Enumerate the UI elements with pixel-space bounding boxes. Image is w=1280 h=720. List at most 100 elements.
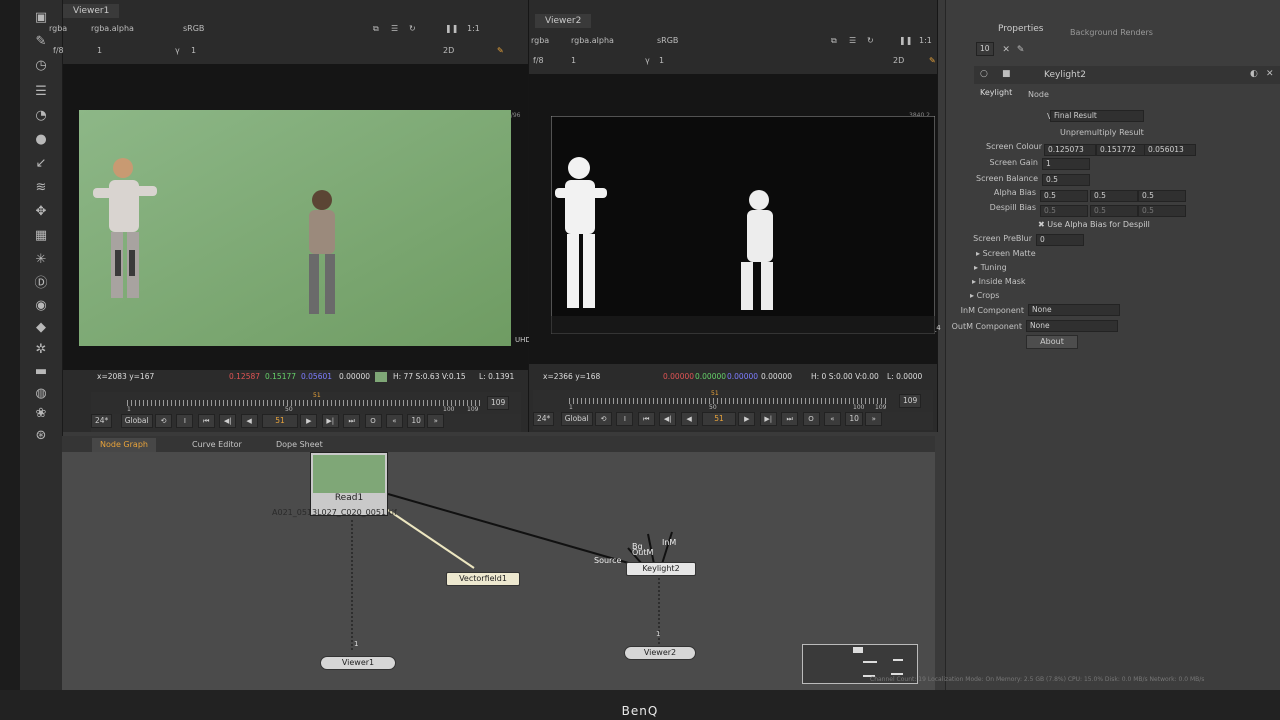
channel-tool-icon[interactable]: ☰: [31, 84, 51, 100]
clear-panels-icon[interactable]: ✕: [1002, 45, 1010, 55]
alpha-select[interactable]: rgba.alpha: [571, 36, 614, 45]
zoom-select[interactable]: 1:1: [467, 24, 480, 33]
node-color-icon[interactable]: ■: [1002, 69, 1011, 79]
screen-colour-g[interactable]: 0.151772: [1096, 144, 1148, 156]
alpha-bias-g[interactable]: 0.5: [1090, 190, 1138, 202]
3d-tool-icon[interactable]: ▦: [31, 228, 51, 244]
viewer2-timeline[interactable]: 1 51 50 100 109 109: [533, 390, 933, 412]
wipe-icon[interactable]: ☰: [849, 36, 856, 45]
pause-icon[interactable]: ❚❚: [445, 24, 458, 33]
filter-tool-icon[interactable]: ●: [31, 132, 51, 148]
close-panel-icon[interactable]: ✕: [1266, 69, 1274, 79]
alpha-bias-b[interactable]: 0.5: [1138, 190, 1186, 202]
read-node[interactable]: Read1: [310, 452, 388, 516]
tab-viewer1[interactable]: Viewer1: [63, 4, 120, 18]
last-frame-button[interactable]: ⏭: [781, 412, 799, 426]
timeline-playhead[interactable]: 51: [313, 392, 321, 399]
color-picker-icon[interactable]: ✎: [497, 46, 504, 55]
in-point-button[interactable]: I: [616, 412, 634, 426]
current-frame-field[interactable]: 51: [261, 414, 298, 428]
toolsets-tool-icon[interactable]: ✲: [31, 342, 51, 358]
group-tuning[interactable]: ▸ Tuning: [974, 263, 1007, 272]
draw-tool-icon[interactable]: ✎: [31, 34, 51, 50]
prev-frame-button[interactable]: ◀: [680, 412, 698, 426]
step-field[interactable]: 10: [845, 412, 863, 426]
screen-balance-field[interactable]: 0.5: [1042, 174, 1090, 186]
ocula-tool-icon[interactable]: ❀: [31, 406, 51, 422]
step-forward-button[interactable]: »: [865, 412, 883, 426]
gamma-value[interactable]: 1: [659, 56, 664, 65]
frame-range-end[interactable]: 109: [899, 394, 922, 408]
next-frame-button[interactable]: ▶|: [759, 412, 777, 426]
viewer2-canvas[interactable]: 3840,2 UHD_4: [529, 74, 941, 364]
step-forward-button[interactable]: »: [427, 414, 445, 428]
view-select[interactable]: Final Result: [1050, 110, 1144, 122]
color-picker-icon[interactable]: ✎: [929, 56, 936, 65]
gain-value[interactable]: 1: [97, 46, 102, 55]
prev-key-button[interactable]: ◀|: [219, 414, 237, 428]
despill-bias-g[interactable]: 0.5: [1090, 205, 1138, 217]
particles-tool-icon[interactable]: ✳: [31, 252, 51, 268]
other-tool-icon[interactable]: ▬: [31, 364, 51, 380]
views-tool-icon[interactable]: ◉: [31, 298, 51, 314]
metadata-tool-icon[interactable]: ◆: [31, 320, 51, 336]
subtab-keylight[interactable]: Keylight: [980, 88, 1012, 97]
group-screen-matte[interactable]: ▸ Screen Matte: [976, 249, 1036, 258]
screen-colour-b[interactable]: 0.056013: [1144, 144, 1196, 156]
step-field[interactable]: 10: [407, 414, 425, 428]
in-point-button[interactable]: I: [176, 414, 194, 428]
max-panels-field[interactable]: 10: [976, 42, 994, 56]
alpha-select[interactable]: rgba.alpha: [91, 24, 134, 33]
lock-icon[interactable]: ⧉: [831, 36, 837, 46]
node-name-field[interactable]: Keylight2: [1044, 70, 1086, 80]
use-alpha-bias-checkbox[interactable]: ✖ Use Alpha Bias for Despill: [1038, 220, 1150, 229]
mode-2d-select[interactable]: 2D: [443, 46, 454, 55]
viewer1-canvas[interactable]: 1/96 UHD: [63, 64, 531, 370]
out-point-button[interactable]: O: [802, 412, 820, 426]
fstop-value[interactable]: f/8: [533, 56, 544, 65]
channels-select[interactable]: rgba: [531, 36, 549, 45]
keyer-tool-icon[interactable]: ↙: [31, 156, 51, 172]
screen-colour-r[interactable]: 0.125073: [1044, 144, 1096, 156]
group-inside-mask[interactable]: ▸ Inside Mask: [972, 277, 1026, 286]
screen-gain-field[interactable]: 1: [1042, 158, 1090, 170]
colorspace-select[interactable]: sRGB: [657, 36, 678, 45]
loop-icon[interactable]: ⟲: [595, 412, 613, 426]
scope-select[interactable]: Global: [120, 414, 153, 428]
subtab-node[interactable]: Node: [1028, 90, 1049, 99]
tab-background-renders[interactable]: Background Renders: [1070, 28, 1153, 37]
gain-value[interactable]: 1: [571, 56, 576, 65]
outm-component-select[interactable]: None: [1026, 320, 1118, 332]
color-tool-icon[interactable]: ◔: [31, 108, 51, 124]
viewer2-node[interactable]: Viewer2: [624, 646, 696, 660]
zoom-select[interactable]: 1:1: [919, 36, 932, 45]
about-button[interactable]: About: [1026, 335, 1078, 349]
channels-select[interactable]: rgba: [49, 24, 67, 33]
despill-bias-b[interactable]: 0.5: [1138, 205, 1186, 217]
pause-icon[interactable]: ❚❚: [899, 36, 912, 45]
transform-tool-icon[interactable]: ✥: [31, 204, 51, 220]
prev-frame-button[interactable]: ◀: [240, 414, 258, 428]
fstop-value[interactable]: f/8: [53, 46, 64, 55]
float-panel-icon[interactable]: ◐: [1250, 69, 1258, 79]
deep-tool-icon[interactable]: Ⓓ: [31, 276, 51, 292]
screen-preblur-field[interactable]: 0: [1036, 234, 1084, 246]
time-tool-icon[interactable]: ◷: [31, 58, 51, 74]
group-crops[interactable]: ▸ Crops: [970, 291, 999, 300]
unpremultiply-checkbox[interactable]: Unpremultiply Result: [1060, 128, 1144, 137]
timeline-playhead[interactable]: 51: [711, 390, 719, 397]
refresh-icon[interactable]: ↻: [867, 36, 874, 45]
viewer1-node[interactable]: Viewer1: [320, 656, 396, 670]
mode-2d-select[interactable]: 2D: [893, 56, 904, 65]
frame-range-end[interactable]: 109: [487, 396, 510, 410]
wipe-icon[interactable]: ☰: [391, 24, 398, 33]
scope-select[interactable]: Global: [560, 412, 593, 426]
step-back-button[interactable]: «: [823, 412, 841, 426]
prev-key-button[interactable]: ◀|: [659, 412, 677, 426]
timeline-ruler[interactable]: [127, 400, 481, 406]
fps-select[interactable]: 24*: [91, 414, 113, 428]
node-options-icon[interactable]: ○: [980, 69, 988, 79]
gamma-value[interactable]: 1: [191, 46, 196, 55]
fps-select[interactable]: 24*: [533, 412, 555, 426]
alpha-bias-r[interactable]: 0.5: [1040, 190, 1088, 202]
